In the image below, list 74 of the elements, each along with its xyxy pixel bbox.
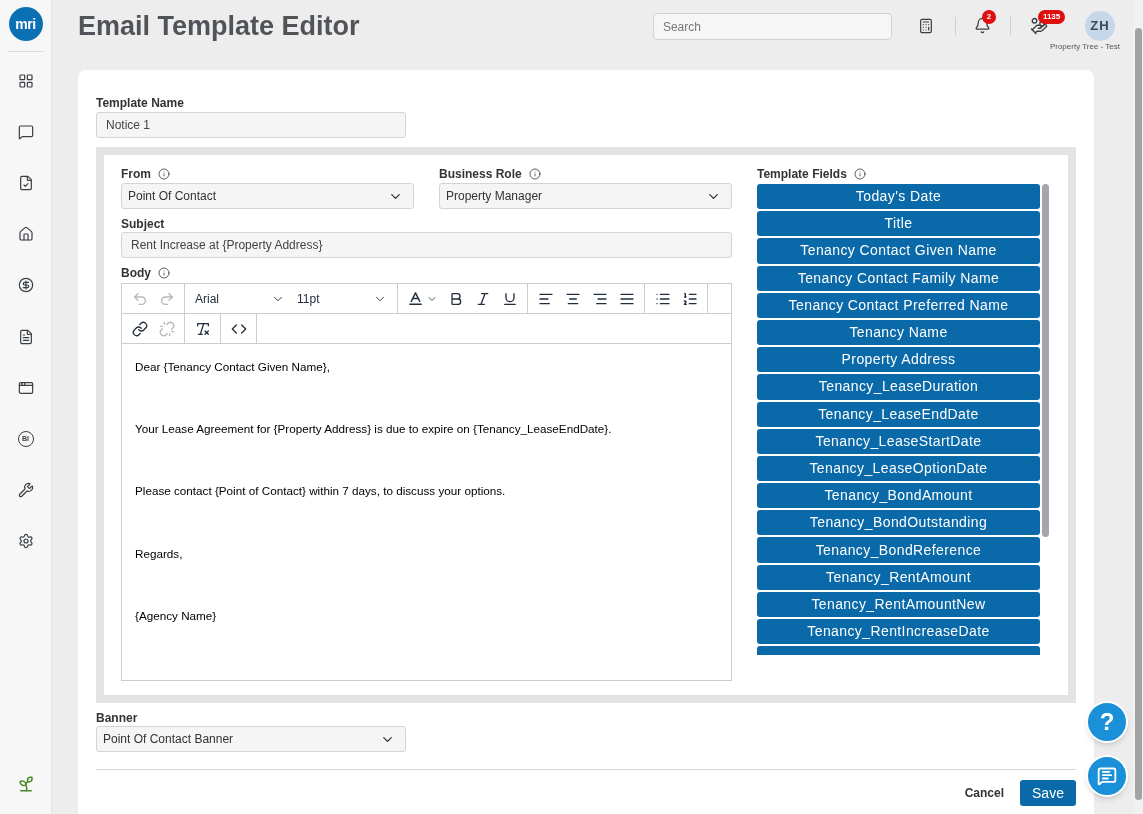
template-field-button[interactable]: Tenancy_LeaseStartDate bbox=[757, 428, 1040, 454]
template-field-button[interactable]: Tenancy_RentIncreaseDate bbox=[757, 619, 1040, 645]
bell-icon[interactable] bbox=[973, 17, 991, 34]
field-label: Template Name bbox=[96, 96, 184, 110]
template-field-button[interactable]: Tenancy Contact Given Name bbox=[757, 238, 1040, 264]
company-logo[interactable]: mri bbox=[8, 7, 43, 41]
template-field-button[interactable]: Tenancy_BondOutstanding bbox=[757, 510, 1040, 536]
numbered-list-icon bbox=[681, 290, 698, 307]
subject-field[interactable]: Rent Increase at {Property Address} bbox=[121, 232, 732, 258]
chat-bubble-icon bbox=[17, 123, 34, 140]
template-field-button[interactable]: Tenancy Contact Preferred Name bbox=[757, 292, 1040, 318]
from-select[interactable]: Point Of Contact bbox=[121, 183, 414, 209]
page-title: Email Template Editor bbox=[78, 10, 360, 43]
body-text-line: Your Lease Agreement for {Property Address} is due to expire on {Tenancy_LeaseEndDate}. bbox=[135, 421, 612, 438]
scrollbar-thumb[interactable] bbox=[1134, 28, 1142, 800]
text-color-icon bbox=[406, 290, 424, 307]
body-text-line: Please contact {Point of Contact} within 7 days, to discuss your options. bbox=[135, 483, 506, 500]
account-name: Property Tree - Test bbox=[1049, 42, 1120, 52]
template-field-button[interactable]: Today's Date bbox=[757, 184, 1040, 210]
field-label: Subject bbox=[121, 217, 165, 231]
cancel-button[interactable]: Cancel bbox=[962, 784, 1006, 802]
template-field-button[interactable]: Tenancy_BondReference bbox=[757, 537, 1040, 563]
field-label: Banner bbox=[96, 711, 138, 725]
body-text-line: Regards, bbox=[135, 545, 183, 562]
undo-icon bbox=[131, 290, 148, 307]
dollar-circle-icon bbox=[17, 277, 34, 294]
file-check-icon bbox=[17, 174, 34, 191]
chat-button[interactable] bbox=[1086, 755, 1128, 797]
scrollbar-thumb[interactable] bbox=[1042, 184, 1049, 537]
toolbar-select[interactable]: Arial bbox=[189, 286, 291, 311]
underline-icon bbox=[501, 290, 518, 307]
grid-icon bbox=[17, 72, 34, 89]
search-field[interactable]: Search bbox=[652, 13, 892, 40]
sprout-icon bbox=[16, 775, 35, 793]
template-field-button[interactable]: Tenancy_RentAmount bbox=[757, 564, 1040, 590]
house-icon bbox=[17, 226, 34, 243]
settings-icon bbox=[17, 533, 34, 550]
document-icon bbox=[17, 328, 34, 345]
template-field-button[interactable]: Tenancy_LeaseDuration bbox=[757, 374, 1040, 400]
save-button[interactable]: Save bbox=[1020, 780, 1076, 806]
wrench-icon bbox=[17, 482, 34, 499]
info-icon[interactable] bbox=[158, 267, 170, 279]
template-field-button[interactable]: Tenancy_LeaseOptionDate bbox=[757, 455, 1040, 482]
template-field-button[interactable]: Tenancy_BondAmount bbox=[757, 483, 1040, 509]
user-avatar[interactable]: ZH bbox=[1085, 11, 1115, 41]
field-label: Business Role bbox=[439, 167, 522, 181]
help-button[interactable]: ? bbox=[1086, 701, 1128, 743]
business-role-select[interactable]: Property Manager bbox=[439, 183, 732, 209]
template-field-button[interactable]: Tenancy_LeaseEndDate bbox=[757, 401, 1040, 427]
unlink-icon bbox=[158, 320, 175, 337]
task-badge: 1135 bbox=[1037, 10, 1066, 24]
field-label: Template Fields bbox=[757, 167, 847, 181]
info-icon[interactable] bbox=[528, 168, 541, 180]
field-label: From bbox=[121, 167, 151, 181]
template-field-button[interactable]: Property Address bbox=[757, 347, 1040, 373]
template-field-button[interactable]: Title bbox=[757, 211, 1040, 237]
chat-icon bbox=[1097, 766, 1117, 786]
calculator-icon[interactable] bbox=[917, 18, 934, 34]
template-field-button[interactable]: Tenancy Name bbox=[757, 319, 1040, 346]
info-icon[interactable] bbox=[853, 168, 866, 180]
body-text-line: {Agency Name} bbox=[135, 607, 217, 624]
notification-badge: 2 bbox=[981, 10, 996, 24]
window-icon bbox=[17, 379, 34, 396]
redo-icon bbox=[158, 290, 175, 307]
field-label: Body bbox=[121, 266, 151, 280]
info-icon[interactable] bbox=[158, 168, 170, 180]
banner-select[interactable]: Point Of Contact Banner bbox=[96, 726, 406, 752]
link-icon bbox=[131, 320, 148, 337]
body-text-line: Dear {Tenancy Contact Given Name}, bbox=[135, 359, 330, 375]
template-field-button[interactable]: Tenancy_RentAmountNew bbox=[757, 591, 1040, 617]
template-field-button[interactable]: Tenancy Contact Family Name bbox=[757, 265, 1040, 291]
clear-format-icon bbox=[194, 320, 211, 337]
template-name-field[interactable]: Notice 1 bbox=[96, 112, 406, 138]
toolbar-select[interactable]: 11pt bbox=[291, 286, 393, 311]
